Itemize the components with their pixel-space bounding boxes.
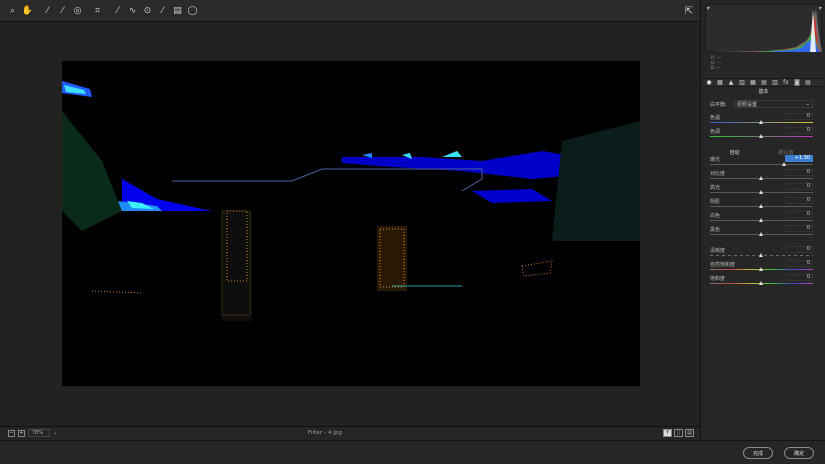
clarity-slider-row: 清晰度 0 [710, 246, 813, 259]
crop-tool-icon[interactable]: ⌗ [91, 4, 104, 17]
histogram [705, 4, 822, 52]
preview-image [62, 61, 640, 386]
status-bar: − + 78% ⌄ Filter - 4.jpg Y ▯ ▤ [0, 426, 700, 440]
ok-button[interactable]: 确定 [784, 447, 814, 459]
vibrance-label: 自然饱和度 [710, 262, 736, 268]
whites-thumb[interactable] [759, 218, 763, 222]
tint-slider-row: 色调 0 [710, 127, 813, 140]
temperature-thumb[interactable] [759, 120, 763, 124]
clarity-label: 清晰度 [710, 248, 726, 254]
preferences-view-button[interactable]: ▤ [685, 429, 694, 437]
preview-area [0, 22, 700, 426]
zoom-in-button[interactable]: + [18, 429, 25, 437]
histogram-graph [706, 7, 822, 52]
exposure-thumb[interactable] [782, 162, 786, 166]
shadows-slider-row: 阴影 0 [710, 197, 813, 210]
vibrance-value[interactable]: 0 [785, 260, 813, 267]
zoom-out-button[interactable]: − [8, 429, 15, 437]
done-button[interactable]: 完成 [743, 447, 773, 459]
spot-removal-tool-icon[interactable]: ∿ [126, 4, 139, 17]
tab-presets[interactable]: ▤ [804, 79, 812, 86]
exposure-label: 曝光 [710, 157, 721, 163]
panel-tabs: ◉ ▦ ▲ ▥ ▦ ▤ ▥ fx ◙ ▤ [703, 78, 824, 87]
clarity-value[interactable]: 0 [785, 246, 813, 253]
blacks-value[interactable]: 0 [785, 225, 813, 232]
blacks-slider-row: 黑色 0 [710, 225, 813, 238]
highlights-slider-row: 高光 0 [710, 183, 813, 196]
clarity-thumb[interactable] [759, 253, 763, 257]
shadows-value[interactable]: 0 [785, 197, 813, 204]
toolbar: ⌕ ✋ ⁄ ⁄ ◎ ⌗ ⁄ ∿ ⊙ ⁄ ▤ ◯ ⇱ [0, 0, 700, 22]
camera-raw-window: ⌕ ✋ ⁄ ⁄ ◎ ⌗ ⁄ ∿ ⊙ ⁄ ▤ ◯ ⇱ − + 78% ⌄ Filt… [0, 0, 825, 464]
zoom-controls: − + 78% ⌄ [8, 429, 57, 437]
chevron-down-icon: ⌄ [53, 430, 58, 436]
saturation-slider-row: 饱和度 0 [710, 274, 813, 287]
before-after-view-button[interactable]: Y [663, 429, 672, 437]
tab-basic[interactable]: ◉ [705, 79, 713, 86]
shadows-thumb[interactable] [759, 204, 763, 208]
exposure-slider-row: 曝光 +1.30 [710, 155, 813, 168]
tab-detail[interactable]: ▲ [727, 79, 735, 86]
adjustment-brush-icon[interactable]: ⁄ [156, 4, 169, 17]
temperature-label: 色温 [710, 115, 721, 121]
straighten-tool-icon[interactable]: ⁄ [111, 4, 124, 17]
vibrance-slider-row: 自然饱和度 0 [710, 260, 813, 273]
tab-hsl[interactable]: ▥ [738, 79, 746, 86]
contrast-label: 对比度 [710, 171, 726, 177]
section-title: 基本 [758, 89, 769, 95]
swap-view-button[interactable]: ▯ [674, 429, 683, 437]
fullscreen-toggle-icon[interactable]: ⇱ [682, 4, 696, 18]
hand-tool-icon[interactable]: ✋ [21, 4, 34, 17]
white-balance-tool-icon[interactable]: ⁄ [41, 4, 54, 17]
contrast-value[interactable]: 0 [785, 169, 813, 176]
white-balance-select[interactable]: 原照设置 ⌄ [734, 100, 813, 108]
radial-filter-icon[interactable]: ◯ [186, 4, 199, 17]
zoom-tool-icon[interactable]: ⌕ [6, 4, 19, 17]
rgb-readout: R: --- G: --- B: --- [711, 55, 722, 70]
filename-label: Filter - 4.jpg [308, 430, 343, 436]
tint-value[interactable]: 0 [785, 127, 813, 134]
tint-thumb[interactable] [759, 134, 763, 138]
blacks-label: 黑色 [710, 227, 721, 233]
bottom-bar: 完成 确定 [0, 440, 825, 464]
saturation-label: 饱和度 [710, 276, 726, 282]
view-mode-buttons: Y ▯ ▤ [663, 429, 694, 437]
tab-effects[interactable]: fx [782, 79, 790, 86]
chevron-down-icon: ⌄ [805, 101, 810, 107]
highlights-value[interactable]: 0 [785, 183, 813, 190]
tab-split-toning[interactable]: ▦ [749, 79, 757, 86]
tab-lens-corrections[interactable]: ▤ [760, 79, 768, 86]
highlights-label: 高光 [710, 185, 721, 191]
targeted-adjustment-tool-icon[interactable]: ◎ [71, 4, 84, 17]
highlights-thumb[interactable] [759, 190, 763, 194]
contrast-thumb[interactable] [759, 176, 763, 180]
tab-camera-calibration[interactable]: ◙ [793, 79, 801, 86]
whites-label: 白色 [710, 213, 721, 219]
white-balance-label: 白平衡: [710, 102, 727, 108]
tab-tone-curve[interactable]: ▦ [716, 79, 724, 86]
clipping-preview-graphic [62, 61, 640, 386]
auto-link[interactable]: 自动 [729, 149, 739, 156]
exposure-value[interactable]: +1.30 [785, 155, 813, 162]
zoom-level-select[interactable]: 78% [28, 429, 50, 437]
graduated-filter-icon[interactable]: ▤ [171, 4, 184, 17]
vibrance-thumb[interactable] [759, 267, 763, 271]
tab-transform[interactable]: ▥ [771, 79, 779, 86]
shadows-label: 阴影 [710, 199, 721, 205]
whites-slider-row: 白色 0 [710, 211, 813, 224]
tint-label: 色调 [710, 129, 721, 135]
contrast-slider-row: 对比度 0 [710, 169, 813, 182]
blacks-thumb[interactable] [759, 232, 763, 236]
red-eye-tool-icon[interactable]: ⊙ [141, 4, 154, 17]
temperature-value[interactable]: 0 [785, 113, 813, 120]
exposure-track[interactable] [710, 164, 813, 165]
temperature-slider-row: 色温 0 [710, 113, 813, 126]
whites-value[interactable]: 0 [785, 211, 813, 218]
adjustments-panel: R: --- G: --- B: --- ◉ ▦ ▲ ▥ ▦ ▤ ▥ fx ◙ … [700, 0, 825, 440]
saturation-value[interactable]: 0 [785, 274, 813, 281]
saturation-thumb[interactable] [759, 281, 763, 285]
color-sampler-tool-icon[interactable]: ⁄ [56, 4, 69, 17]
